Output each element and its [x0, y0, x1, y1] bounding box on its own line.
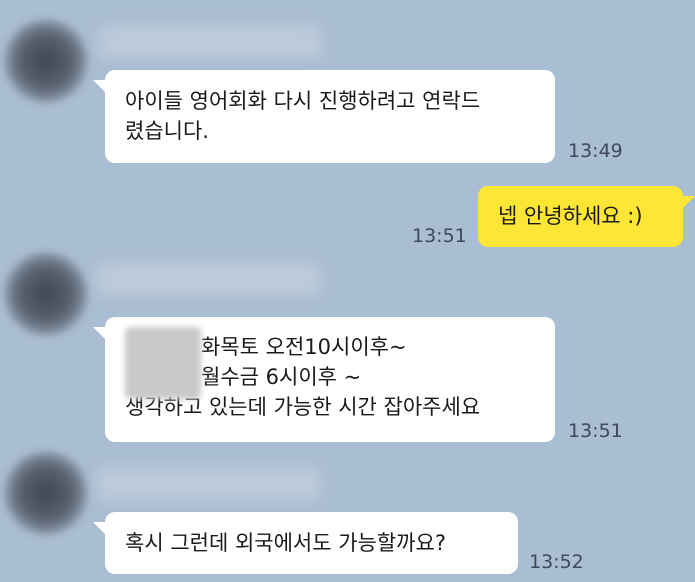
sender-name-blurred: [96, 467, 321, 501]
message-text: 넵 안녕하세요 :): [498, 204, 643, 228]
sender-name-blurred: [98, 25, 323, 59]
sender-name-blurred: [96, 262, 321, 296]
message-time: 13:51: [568, 420, 623, 442]
message-bubble-4[interactable]: 혹시 그런데 외국에서도 가능할까요?: [93, 512, 518, 574]
message-time: 13:52: [529, 551, 584, 573]
message-bubble-3[interactable]: 화목토 오전10시이후~ 월수금 6시이후 ~ 생각하고 있는데 가능한 시간 …: [93, 317, 555, 442]
message-bubble-2[interactable]: 넵 안녕하세요 :): [478, 186, 695, 247]
message-bubble-1[interactable]: 아이들 영어회화 다시 진행하려고 연락드 렸습니다.: [93, 70, 555, 163]
message-text: 아이들 영어회화 다시 진행하려고 연락드: [125, 89, 481, 113]
message-text: 렸습니다.: [125, 119, 209, 143]
chat-room: 아이들 영어회화 다시 진행하려고 연락드 렸습니다. 13:49 넵 안녕하세…: [0, 0, 695, 582]
message-time: 13:49: [568, 140, 623, 162]
message-time: 13:51: [412, 225, 467, 247]
message-text: 혹시 그런데 외국에서도 가능할까요?: [125, 531, 446, 555]
sender-avatar[interactable]: [5, 253, 87, 335]
sender-avatar[interactable]: [5, 452, 87, 534]
blurred-image: [125, 327, 201, 399]
sender-avatar[interactable]: [5, 20, 87, 102]
